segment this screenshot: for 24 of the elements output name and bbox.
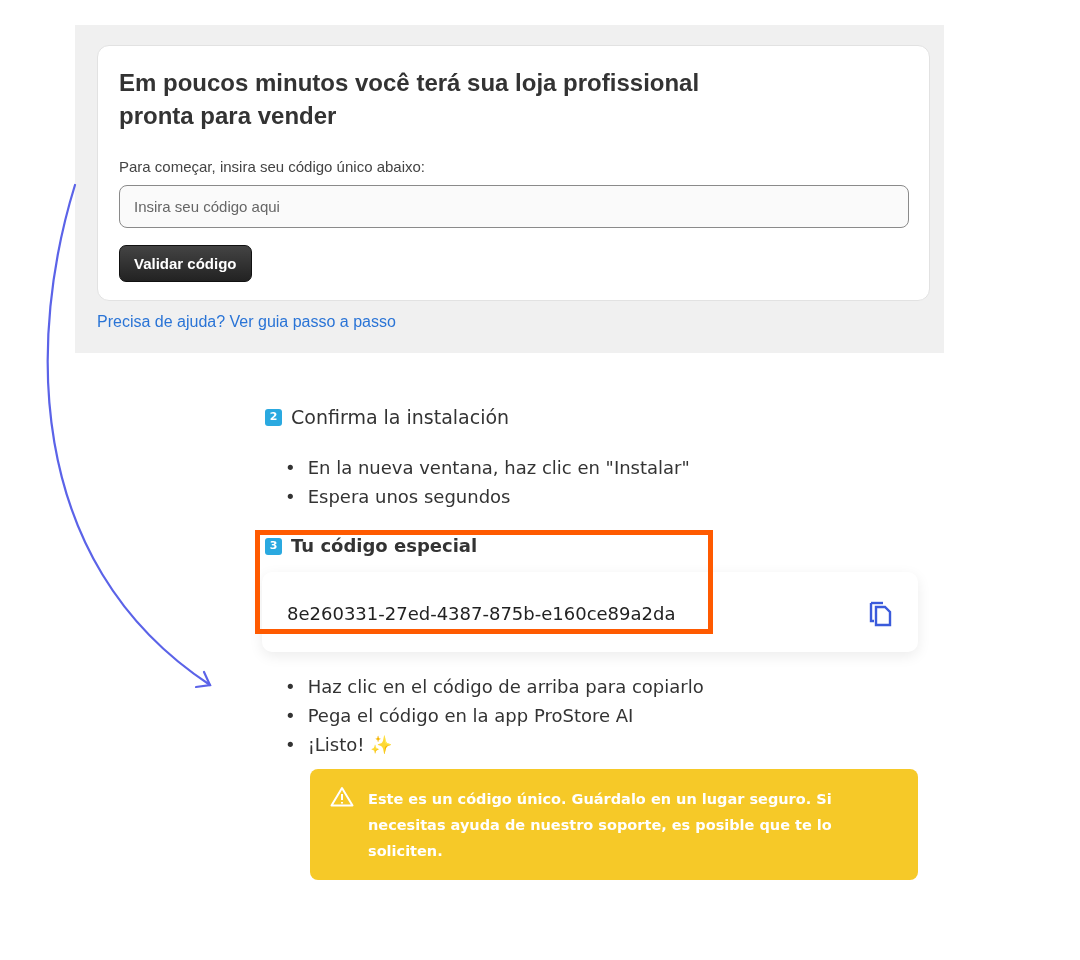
step-instruction: Pega el código en la app ProStore AI	[307, 704, 634, 728]
special-code: 8e260331-27ed-4387-875b-e160ce89a2da	[287, 602, 676, 624]
bullet-marker: •	[285, 704, 296, 728]
step-instruction: Espera unos segundos	[307, 485, 511, 509]
bullet-marker: •	[285, 456, 296, 480]
step-instruction: Haz clic en el código de arriba para copiarlo	[307, 675, 704, 699]
bullet-marker: •	[285, 733, 296, 757]
help-link[interactable]: Precisa de ajuda? Ver guia passo a passo	[97, 313, 396, 331]
step-number: 2	[265, 408, 282, 426]
validate-button[interactable]: Validar código	[119, 245, 252, 282]
code-input-field[interactable]: Insira seu código aqui	[119, 185, 909, 228]
copy-icon[interactable]	[868, 599, 892, 627]
warning-icon	[330, 786, 354, 807]
step-instruction: En la nueva ventana, haz clic en "Instalar"	[307, 456, 690, 480]
bullet-marker: •	[285, 675, 296, 699]
warning-text: Este es un código único. Guárdalo en un lugar seguro. Si necesitas ayuda de nuestro soporte, es posible que te lo soliciten.	[368, 790, 833, 861]
step-title: Confirma la instalación	[291, 405, 510, 429]
card-title: Em poucos minutos você terá sua loja profissional pronta para vender	[119, 68, 701, 131]
step-title: Tu código especial	[291, 534, 478, 558]
bullet-marker: •	[285, 485, 296, 509]
step-number: 3	[265, 537, 282, 555]
code-prompt: Para começar, insira seu código único abaixo:	[119, 158, 426, 175]
code-card[interactable]: 8e260331-27ed-4387-875b-e160ce89a2da	[262, 572, 918, 652]
step-instruction: ¡Listo! ✨	[307, 733, 393, 757]
